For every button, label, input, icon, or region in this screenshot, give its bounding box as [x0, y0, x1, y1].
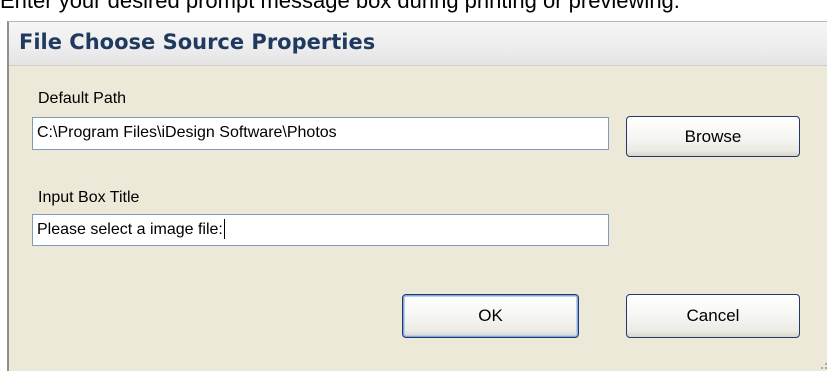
- dialog-title-bar: File Choose Source Properties: [9, 22, 827, 66]
- default-path-input[interactable]: C:\Program Files\iDesign Software\Photos: [32, 117, 609, 150]
- cancel-button[interactable]: Cancel: [626, 294, 800, 338]
- dialog-title: File Choose Source Properties: [19, 30, 376, 54]
- input-box-title-value: Please select a image file:: [37, 221, 223, 238]
- file-choose-source-properties-dialog: File Choose Source Properties Default Pa…: [7, 21, 827, 371]
- ok-button[interactable]: OK: [402, 294, 579, 338]
- browse-button[interactable]: Browse: [626, 116, 800, 157]
- input-box-title-label: Input Box Title: [38, 189, 140, 206]
- input-box-title-input[interactable]: Please select a image file:: [32, 214, 609, 246]
- resize-grip-icon[interactable]: [819, 357, 827, 369]
- default-path-label: Default Path: [38, 90, 127, 107]
- text-caret: [223, 218, 225, 239]
- instruction-text: Enter your desired prompt message box du…: [0, 0, 680, 13]
